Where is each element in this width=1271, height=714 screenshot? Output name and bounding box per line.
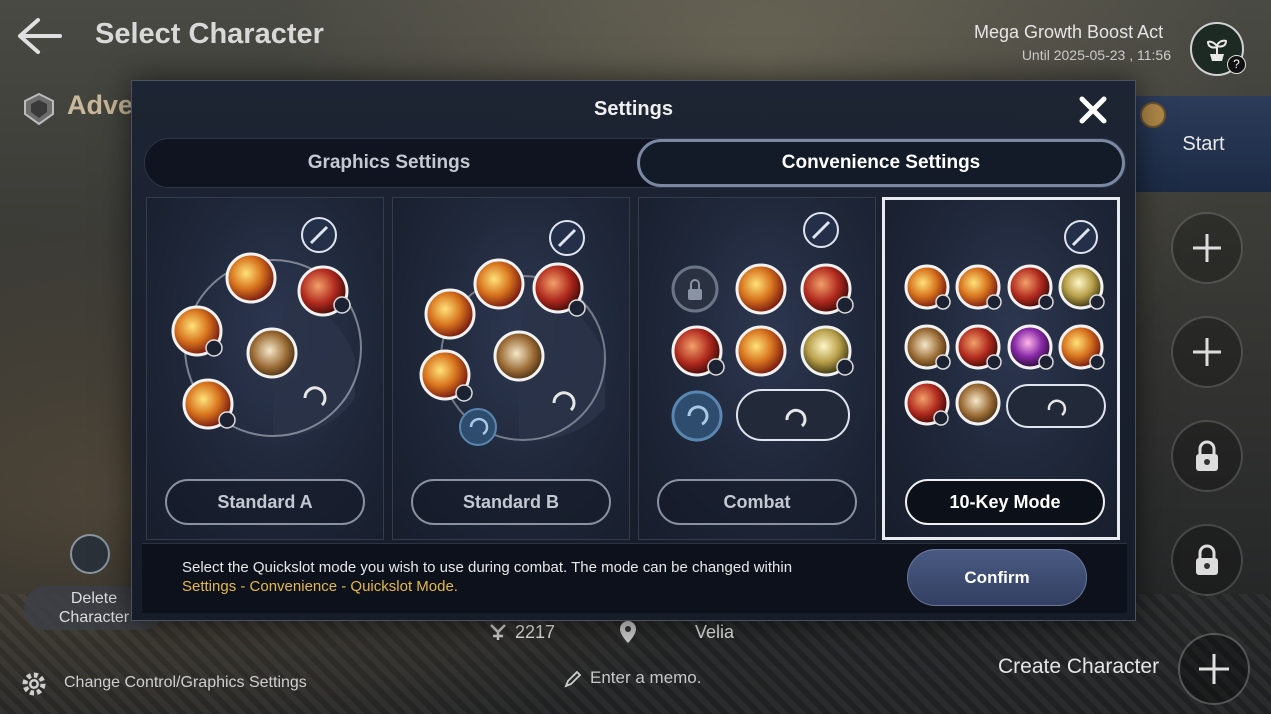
plus-icon	[1193, 234, 1221, 262]
quickslot-mode-options: Standard A Standard B Combat 10-Key Mode	[144, 197, 1126, 542]
mode-label-combat: Combat	[657, 479, 857, 525]
pencil-icon	[564, 670, 582, 688]
settings-tabs: Graphics Settings Convenience Settings	[144, 138, 1126, 188]
quickslot-description-text: Select the Quickslot mode you wish to us…	[182, 559, 793, 576]
quickslot-description: Select the Quickslot mode you wish to us…	[182, 558, 882, 596]
tab-graphics-settings[interactable]: Graphics Settings	[145, 139, 633, 187]
location-value: Velia	[695, 622, 735, 642]
top-bar: Select Character Mega Growth Boost Act U…	[0, 0, 1271, 80]
start-label: Start	[1182, 132, 1225, 155]
combat-layout-preview	[671, 212, 854, 442]
mode-label-standard-b: Standard B	[411, 479, 611, 525]
add-character-slot[interactable]	[1171, 212, 1243, 284]
gear-icon[interactable]	[20, 670, 48, 698]
modal-title: Settings	[594, 98, 673, 120]
page-title: Select Character	[95, 18, 324, 50]
mode-label-10-key: 10-Key Mode	[905, 479, 1105, 525]
lock-icon	[1196, 544, 1218, 575]
mode-card-combat[interactable]: Combat	[638, 197, 876, 540]
plus-icon	[1199, 654, 1229, 684]
boost-name: Mega Growth Boost Act	[974, 22, 1164, 42]
lock-icon	[1196, 440, 1218, 471]
mode-card-standard-b[interactable]: Standard B	[392, 197, 630, 540]
modal-footer: Select the Quickslot mode you wish to us…	[142, 543, 1127, 613]
settings-modal: Settings Graphics Settings Convenience S…	[131, 80, 1136, 621]
mode-card-standard-a[interactable]: Standard A	[146, 197, 384, 540]
confirm-button[interactable]: Confirm	[907, 549, 1087, 606]
adventurer-emblem-icon	[24, 92, 54, 126]
plus-icon	[1193, 338, 1221, 366]
memo-input[interactable]: Enter a memo.	[590, 668, 702, 688]
10-key-layout-preview	[904, 220, 1106, 428]
locked-slot[interactable]	[1171, 524, 1243, 596]
boost-until: Until 2025-05-23 , 11:56	[1021, 47, 1171, 63]
change-control-settings-link[interactable]: Change Control/Graphics Settings	[64, 674, 307, 692]
gold-badge-icon	[1140, 102, 1166, 128]
location-pin-icon	[620, 621, 636, 643]
standard-b-layout-preview	[419, 220, 606, 446]
tab-convenience-settings[interactable]: Convenience Settings	[637, 139, 1125, 187]
back-arrow-icon[interactable]	[16, 16, 62, 56]
weather-icon	[70, 534, 110, 574]
close-icon[interactable]	[1078, 95, 1108, 125]
mode-label-standard-a: Standard A	[165, 479, 365, 525]
mode-card-10-key[interactable]: 10-Key Mode	[882, 197, 1120, 540]
combat-power-icon	[490, 624, 506, 640]
add-character-slot[interactable]	[1171, 316, 1243, 388]
quickslot-settings-path: Settings - Convenience - Quickslot Mode.	[182, 578, 458, 595]
help-badge[interactable]: ?	[1227, 55, 1246, 74]
create-character-button[interactable]	[1178, 633, 1250, 705]
locked-slot[interactable]	[1171, 420, 1243, 492]
adventurer-label: Adve	[67, 90, 134, 120]
standard-a-layout-preview	[171, 217, 362, 437]
create-character-label[interactable]: Create Character	[998, 655, 1159, 679]
combat-power-value: 2217	[515, 622, 556, 642]
